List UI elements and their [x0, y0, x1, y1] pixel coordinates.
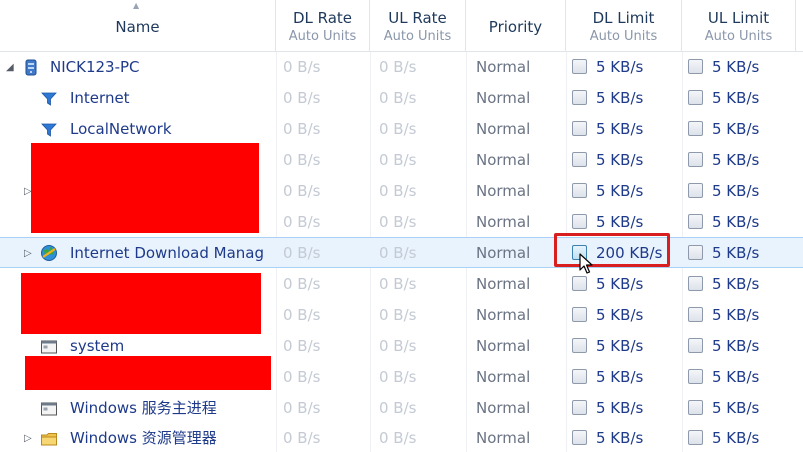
dl-rate-value: 0 B/s — [283, 151, 321, 169]
row-name: LocalNetwork — [70, 120, 172, 138]
computer-icon — [25, 59, 37, 76]
collapse-arrow-icon[interactable]: ◢ — [6, 52, 14, 83]
table-row-selected[interactable]: ▷ Internet Download Manag 0 B/s 0 B/s No… — [0, 237, 803, 268]
ul-rate-value: 0 B/s — [379, 306, 417, 324]
dl-rate-value: 0 B/s — [283, 120, 321, 138]
priority-value[interactable]: Normal — [476, 52, 530, 83]
ul-rate-value: 0 B/s — [379, 275, 417, 293]
priority-value[interactable]: Normal — [476, 176, 530, 207]
window-icon — [41, 402, 57, 416]
column-header-dl-limit[interactable]: DL Limit Auto Units — [566, 0, 682, 52]
dl-limit-checkbox[interactable] — [572, 214, 587, 229]
priority-value[interactable]: Normal — [476, 114, 530, 145]
dl-rate-value: 0 B/s — [283, 275, 321, 293]
redaction-box — [25, 356, 271, 390]
dl-limit-checkbox[interactable] — [572, 338, 587, 353]
expand-arrow-icon[interactable]: ▷ — [24, 423, 32, 452]
column-header-dl-rate[interactable]: DL Rate Auto Units — [276, 0, 370, 52]
row-name: Internet — [70, 89, 130, 107]
dl-rate-value: 0 B/s — [283, 182, 321, 200]
dl-limit-checkbox[interactable] — [572, 121, 587, 136]
row-name: Windows 资源管理器 — [70, 429, 217, 447]
ul-limit-checkbox[interactable] — [688, 152, 703, 167]
redaction-box — [21, 273, 261, 334]
ul-rate-value: 0 B/s — [379, 213, 417, 231]
table-row[interactable]: Internet 0 B/s 0 B/s Normal 5 KB/s 5 KB/… — [0, 83, 803, 114]
bandwidth-table: ▲ Name DL Rate Auto Units UL Rate Auto U… — [0, 0, 803, 452]
priority-value[interactable]: Normal — [476, 238, 530, 269]
priority-value[interactable]: Normal — [476, 269, 530, 300]
annotation-highlight — [554, 233, 670, 267]
ul-rate-value: 0 B/s — [379, 429, 417, 447]
dl-rate-value: 0 B/s — [283, 58, 321, 76]
filter-icon — [41, 123, 57, 137]
ul-limit-checkbox[interactable] — [688, 90, 703, 105]
ul-rate-value: 0 B/s — [379, 120, 417, 138]
window-icon — [41, 340, 57, 354]
dl-limit-checkbox[interactable] — [572, 152, 587, 167]
ul-limit-checkbox[interactable] — [688, 245, 703, 260]
ul-limit-checkbox[interactable] — [688, 121, 703, 136]
dl-rate-value: 0 B/s — [283, 244, 321, 262]
ul-rate-value: 0 B/s — [379, 89, 417, 107]
table-header: ▲ Name DL Rate Auto Units UL Rate Auto U… — [0, 0, 803, 52]
ul-limit-checkbox[interactable] — [688, 183, 703, 198]
ul-limit-checkbox[interactable] — [688, 400, 703, 415]
column-header-name[interactable]: Name — [0, 0, 276, 52]
priority-value[interactable]: Normal — [476, 393, 530, 424]
mouse-cursor-icon — [579, 253, 593, 274]
ul-rate-value: 0 B/s — [379, 368, 417, 386]
dl-rate-value: 0 B/s — [283, 213, 321, 231]
dl-rate-value: 0 B/s — [283, 306, 321, 324]
table-row[interactable]: LocalNetwork 0 B/s 0 B/s Normal 5 KB/s 5… — [0, 114, 803, 145]
priority-value[interactable]: Normal — [476, 423, 530, 452]
ul-rate-value: 0 B/s — [379, 58, 417, 76]
ul-limit-checkbox[interactable] — [688, 59, 703, 74]
dl-rate-value: 0 B/s — [283, 368, 321, 386]
column-header-priority[interactable]: Priority — [466, 0, 566, 52]
ul-rate-value: 0 B/s — [379, 151, 417, 169]
ul-limit-checkbox[interactable] — [688, 307, 703, 322]
table-row[interactable]: Windows 服务主进程 0 B/s 0 B/s Normal 5 KB/s … — [0, 393, 803, 424]
expand-arrow-icon[interactable]: ▷ — [24, 238, 32, 269]
priority-value[interactable]: Normal — [476, 207, 530, 238]
table-row[interactable]: ▷ Windows 资源管理器 0 B/s 0 B/s Normal 5 KB/… — [0, 423, 803, 452]
dl-limit-checkbox[interactable] — [572, 430, 587, 445]
filter-icon — [41, 92, 57, 106]
ul-limit-checkbox[interactable] — [688, 369, 703, 384]
dl-limit-checkbox[interactable] — [572, 90, 587, 105]
dl-limit-checkbox[interactable] — [572, 276, 587, 291]
row-name: Internet Download Manag — [70, 244, 265, 262]
priority-value[interactable]: Normal — [476, 362, 530, 393]
row-name: Windows 服务主进程 — [70, 399, 217, 417]
redaction-box — [31, 143, 259, 233]
ul-rate-value: 0 B/s — [379, 244, 417, 262]
dl-rate-value: 0 B/s — [283, 337, 321, 355]
priority-value[interactable]: Normal — [476, 300, 530, 331]
priority-value[interactable]: Normal — [476, 83, 530, 114]
dl-rate-value: 0 B/s — [283, 399, 321, 417]
ul-limit-checkbox[interactable] — [688, 214, 703, 229]
ul-limit-checkbox[interactable] — [688, 338, 703, 353]
ul-rate-value: 0 B/s — [379, 182, 417, 200]
ul-limit-checkbox[interactable] — [688, 276, 703, 291]
dl-limit-checkbox[interactable] — [572, 307, 587, 322]
dl-limit-checkbox[interactable] — [572, 183, 587, 198]
dl-limit-checkbox[interactable] — [572, 400, 587, 415]
column-header-ul-limit[interactable]: UL Limit Auto Units — [682, 0, 796, 52]
dl-rate-value: 0 B/s — [283, 429, 321, 447]
row-name: NICK123-PC — [50, 58, 140, 76]
dl-limit-checkbox[interactable] — [572, 369, 587, 384]
ul-limit-checkbox[interactable] — [688, 430, 703, 445]
column-header-ul-rate[interactable]: UL Rate Auto Units — [370, 0, 466, 52]
ul-rate-value: 0 B/s — [379, 399, 417, 417]
priority-value[interactable]: Normal — [476, 331, 530, 362]
dl-limit-checkbox[interactable] — [572, 59, 587, 74]
ul-rate-value: 0 B/s — [379, 337, 417, 355]
idm-globe-icon — [41, 245, 57, 261]
priority-value[interactable]: Normal — [476, 145, 530, 176]
folder-icon — [41, 433, 57, 446]
table-row-root[interactable]: ◢ NICK123-PC 0 B/s 0 B/s Normal 5 KB/s 5… — [0, 52, 803, 83]
dl-rate-value: 0 B/s — [283, 89, 321, 107]
